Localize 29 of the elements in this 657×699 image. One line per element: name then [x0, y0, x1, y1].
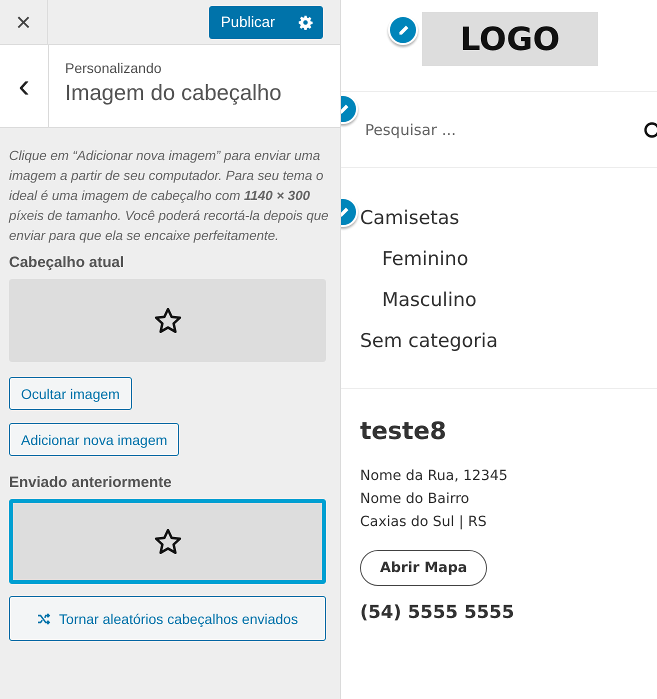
randomize-button[interactable]: Tornar aleatórios cabeçalhos enviados	[9, 596, 326, 641]
category-link[interactable]: Masculino	[360, 280, 477, 321]
shuffle-icon	[37, 612, 52, 624]
address-line: Caxias do Sul | RS	[360, 513, 487, 532]
logo[interactable]: LOGO	[422, 12, 598, 66]
open-map-button[interactable]: Abrir Mapa	[360, 550, 488, 586]
edit-shortcut[interactable]	[388, 15, 418, 45]
category-link[interactable]: Sem categoria	[360, 321, 498, 362]
publish-button[interactable]: Publicar	[208, 6, 287, 38]
section-title: Imagem do cabeçalho	[65, 80, 282, 106]
search-icon[interactable]	[643, 120, 657, 138]
breadcrumb: Personalizando	[65, 60, 163, 76]
hide-image-button[interactable]: Ocultar imagem	[9, 377, 132, 410]
description: Clique em “Adicionar nova imagem” para enviar uma imagem a partir de seu computador. Para seu tema o ideal é uma imagem de cabeçalho com 1140 × 300 píxeis de tamanho. Você poderá recortá-la depois que enviar para que ela se encaixe perfeitamente.	[9, 147, 330, 245]
address-line: Nome da Rua, 12345	[360, 467, 508, 486]
section-label: Cabeçalho atual	[9, 254, 124, 271]
header-image-slot[interactable]	[9, 499, 326, 584]
settings-icon	[298, 14, 312, 30]
settings-button[interactable]	[287, 6, 323, 38]
add-image-button[interactable]: Adicionar nova imagem	[9, 423, 180, 456]
star-icon	[152, 306, 182, 336]
star-icon	[152, 526, 182, 556]
category-link[interactable]: Camisetas	[360, 198, 460, 239]
section-label: Enviado anteriormente	[9, 474, 172, 491]
address-line: Nome do Bairro	[360, 490, 470, 509]
pencil-icon	[396, 24, 410, 36]
store-name: teste8	[360, 417, 446, 445]
phone-number: (54) 5555 5555	[360, 602, 514, 623]
category-link[interactable]: Feminino	[360, 239, 468, 280]
